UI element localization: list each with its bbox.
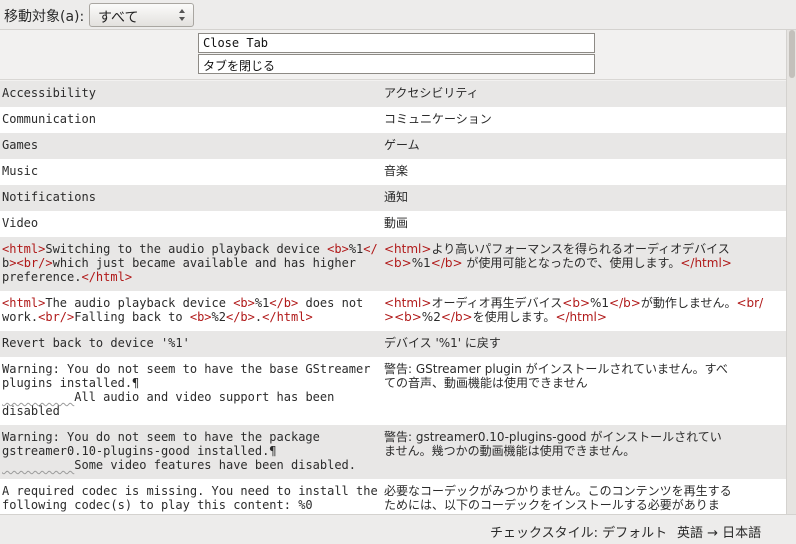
table-row[interactable]: <html>The audio playback device <b>%1</b… (0, 291, 786, 331)
translation-cell: 警告: gstreamer0.10-plugins-good がインストールされ… (384, 430, 722, 458)
translation-input[interactable]: タブを閉じる (198, 54, 595, 74)
source-cell: Notifications (2, 190, 96, 204)
table-row[interactable]: Revert back to device '%1' デバイス '%1' に戻す (0, 331, 786, 357)
source-cell: A required codec is missing. You need to… (2, 484, 378, 512)
translation-cell: <html>オーディオ再生デバイス<b>%1</b>が動作しません。<br/ >… (384, 296, 764, 324)
translation-cell: 警告: GStreamer plugin がインストールされていません。すべ て… (384, 362, 728, 390)
move-target-value: すべて (98, 10, 139, 26)
translation-cell: 音楽 (384, 164, 409, 178)
table-row[interactable]: Warning: You do not seem to have the pac… (0, 425, 786, 479)
combo-updown-arrows-icon (179, 9, 185, 21)
table-row[interactable]: Warning: You do not seem to have the bas… (0, 357, 786, 425)
table-row[interactable]: A required codec is missing. You need to… (0, 479, 786, 514)
translation-cell: 必要なコーデックがみつかりません。このコンテンツを再生する ためには、以下のコー… (384, 484, 732, 512)
table-row[interactable]: Games ゲーム (0, 133, 786, 159)
vertical-scrollbar[interactable] (786, 30, 796, 514)
source-cell: Games (2, 138, 39, 152)
source-text-box: Close Tab (198, 33, 595, 53)
move-target-label: 移動対象(a): (4, 9, 85, 25)
source-cell: Warning: You do not seem to have the pac… (2, 430, 357, 472)
source-cell: Warning: You do not seem to have the bas… (2, 362, 371, 418)
translation-cell: 通知 (384, 190, 409, 204)
translation-cell: デバイス '%1' に戻す (384, 336, 501, 350)
scrollbar-thumb[interactable] (789, 30, 795, 78)
table-row[interactable]: Notifications 通知 (0, 185, 786, 211)
toolbar: 移動対象(a): すべて (0, 0, 796, 30)
translation-editor: Close Tab タブを閉じる (0, 30, 786, 80)
table-row[interactable]: Accessibility アクセシビリティ (0, 81, 786, 107)
status-bar: チェックスタイル: デフォルト 英語 → 日本語 (0, 514, 796, 544)
translation-cell: アクセシビリティ (384, 86, 479, 100)
source-cell: <html>Switching to the audio playback de… (2, 242, 378, 284)
translation-table: Accessibility アクセシビリティ Communication コミュニケー… (0, 81, 786, 514)
source-cell: <html>The audio playback device <b>%1</b… (2, 296, 364, 324)
move-target-combo[interactable]: すべて (89, 3, 194, 27)
source-cell: Video (2, 216, 39, 230)
spellcheck-style-status[interactable]: チェックスタイル: デフォルト (490, 522, 667, 541)
table-row[interactable]: Communication コミュニケーション (0, 107, 786, 133)
table-row[interactable]: Video 動画 (0, 211, 786, 237)
source-cell: Accessibility (2, 86, 96, 100)
source-cell: Communication (2, 112, 96, 126)
translation-cell: 動画 (384, 216, 409, 230)
translation-cell: コミュニケーション (384, 112, 492, 126)
source-cell: Revert back to device '%1' (2, 336, 190, 350)
translation-cell: ゲーム (384, 138, 420, 152)
translation-cell: <html>より高いパフォーマンスを得られるオーディオデバイス <b>%1</b… (384, 242, 732, 270)
table-row[interactable]: Music 音楽 (0, 159, 786, 185)
table-row[interactable]: <html>Switching to the audio playback de… (0, 237, 786, 291)
language-pair-status: 英語 → 日本語 (677, 526, 762, 541)
source-cell: Music (2, 164, 39, 178)
